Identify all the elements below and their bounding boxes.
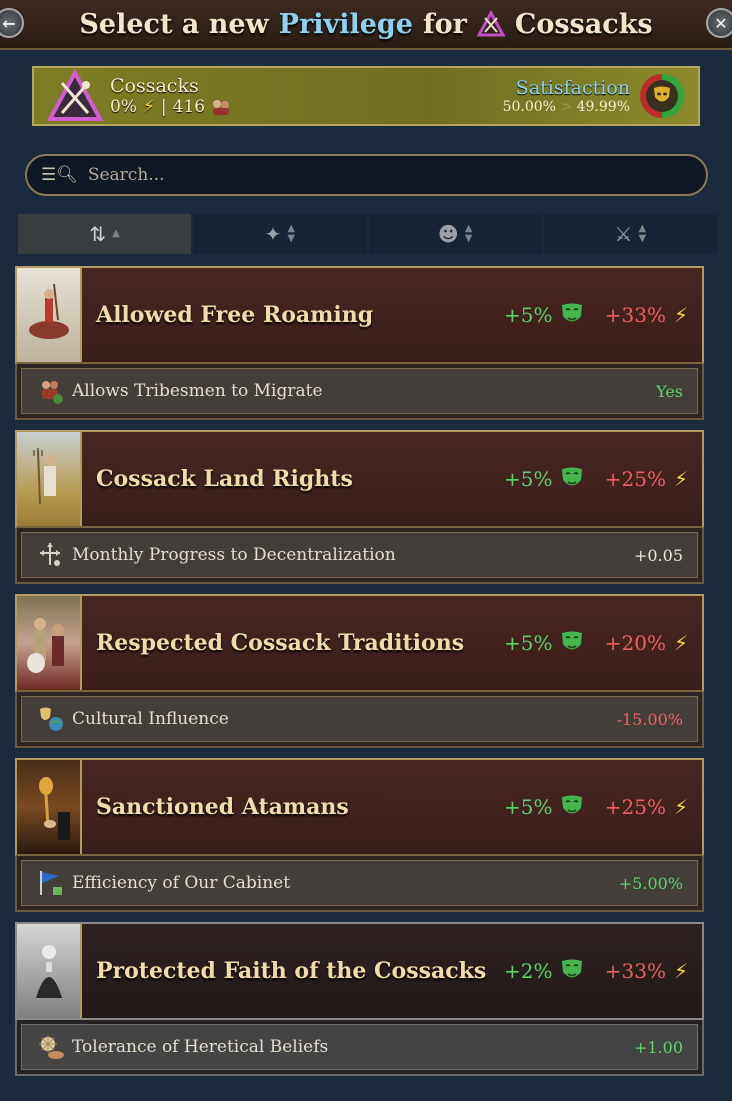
decentralization-icon [36,540,66,570]
close-icon: ✕ [714,13,728,33]
window-title: Select a new Privilege for Cossacks [79,9,652,40]
satisfaction-arrow: > [560,99,573,115]
effect-value: +1.00 [633,1037,683,1057]
satisfaction-bonus: +5% [504,795,553,819]
sort-tabs: ⇅ ▲ ✦ ▲ ▼ ☻ ▲ ▼ ⚔ ▲ ▼ [18,214,717,254]
effect-label: Cultural Influence [72,709,229,729]
influence-bonus: +20% [604,631,666,655]
privilege-portrait-praying [17,924,82,1018]
close-button[interactable]: ✕ [706,8,732,38]
title-estate: Cossacks [514,8,653,40]
estate-name: Cossacks [110,75,199,97]
effect-value: +5.00% [618,873,683,893]
estate-influence: 0% [110,97,137,117]
sort-alphabetical-tab[interactable]: ⇅ ▲ [18,214,192,254]
influence-icon: ⚡ [673,303,688,327]
privilege-portrait-cossacks [17,596,82,690]
effect-label: Tolerance of Heretical Beliefs [72,1037,329,1057]
mask-icon [561,959,582,978]
mask-icon: ☻ [437,222,459,246]
estate-summary: Cossacks 0% ⚡ | 416 Satisfaction 50.00% … [32,66,700,126]
cultural-influence-icon [36,704,66,734]
satisfaction-next: 49.99% [576,99,630,115]
influence-icon: ⚡ [673,959,688,983]
cossacks-estate-icon [476,10,505,37]
tribesmen-migrate-icon [36,376,66,406]
sort-direction-icon: ▲ ▼ [638,223,647,244]
alphabetical-sort-icon: ⇅ [89,222,107,246]
sort-direction-icon: ▲ ▼ [287,223,296,244]
privilege-name: Sanctioned Atamans [96,793,349,820]
mask-icon [561,467,582,486]
mask-icon [561,795,582,814]
privilege-name: Respected Cossack Traditions [96,629,465,656]
privilege-card[interactable]: Respected Cossack Traditions +5% +20% ⚡ … [15,594,704,748]
effect-label: Monthly Progress to Decentralization [72,545,396,565]
effect-value: -15.00% [616,709,683,729]
privilege-card[interactable]: Cossack Land Rights +5% +25% ⚡ Monthly P… [15,430,704,584]
privilege-portrait-farmer [17,432,82,526]
satisfaction-ring [640,74,684,118]
heretic-tolerance-icon [36,1032,66,1062]
influence-bonus: +25% [604,467,666,491]
privilege-name: Cossack Land Rights [96,465,353,492]
window-title-bar: ← Select a new Privilege for Cossacks ✕ [0,0,732,50]
influence-icon: ⚡ [673,795,688,819]
privilege-name: Protected Faith of the Cossacks [96,957,487,984]
influence-icon: ⚡ [673,631,688,655]
population-icon [213,100,230,115]
sort-influence-tab[interactable]: ✦ ▲ ▼ [193,214,367,254]
satisfaction-bonus: +2% [504,959,553,983]
search-input[interactable] [87,165,688,185]
sort-military-tab[interactable]: ⚔ ▲ ▼ [543,214,717,254]
satisfaction-bonus: +5% [504,631,553,655]
back-button[interactable]: ← [0,8,24,38]
influence-bonus: +25% [604,795,666,819]
stat-separator: | [160,97,167,117]
crossed-swords-icon: ⚔ [614,222,633,246]
privilege-card[interactable]: Sanctioned Atamans +5% +25% ⚡ Efficiency… [15,758,704,912]
influence-bonus: +33% [604,303,666,327]
compass-star-icon: ✦ [264,222,282,246]
satisfaction-bonus: +5% [504,303,553,327]
sort-satisfaction-tab[interactable]: ☻ ▲ ▼ [368,214,542,254]
search-bar[interactable]: ☰🔍︎ [25,154,708,196]
privilege-portrait-horseman [17,268,82,362]
effect-label: Efficiency of Our Cabinet [72,873,291,893]
title-text-for: for [423,8,467,40]
effect-label: Allows Tribesmen to Migrate [72,381,323,401]
title-highlight: Privilege [278,8,413,40]
privilege-card[interactable]: Protected Faith of the Cossacks +2% +33%… [15,922,704,1076]
cossacks-emblem-icon [46,68,104,121]
satisfaction-label: Satisfaction [515,77,630,99]
effect-value: +0.05 [633,545,683,565]
effect-value: Yes [656,381,683,401]
arrow-left-icon: ← [2,13,16,33]
sort-direction-icon: ▲ [112,228,120,239]
influence-icon: ⚡ [673,467,688,491]
mask-icon [561,631,582,650]
cabinet-flag-icon [36,868,66,898]
mask-icon [654,86,670,102]
mask-icon [561,303,582,322]
sort-direction-icon: ▲ ▼ [464,223,473,244]
search-icon: ☰🔍︎ [41,165,78,185]
privilege-card[interactable]: Allowed Free Roaming +5% +33% ⚡ Allows T… [15,266,704,420]
privilege-portrait-mace [17,760,82,854]
privilege-name: Allowed Free Roaming [96,301,374,328]
influence-icon: ⚡ [142,97,155,117]
estate-population: 416 [172,97,206,117]
satisfaction-current: 50.00% [502,99,556,115]
title-text-pre: Select a new [79,8,269,40]
satisfaction-bonus: +5% [504,467,553,491]
influence-bonus: +33% [604,959,666,983]
